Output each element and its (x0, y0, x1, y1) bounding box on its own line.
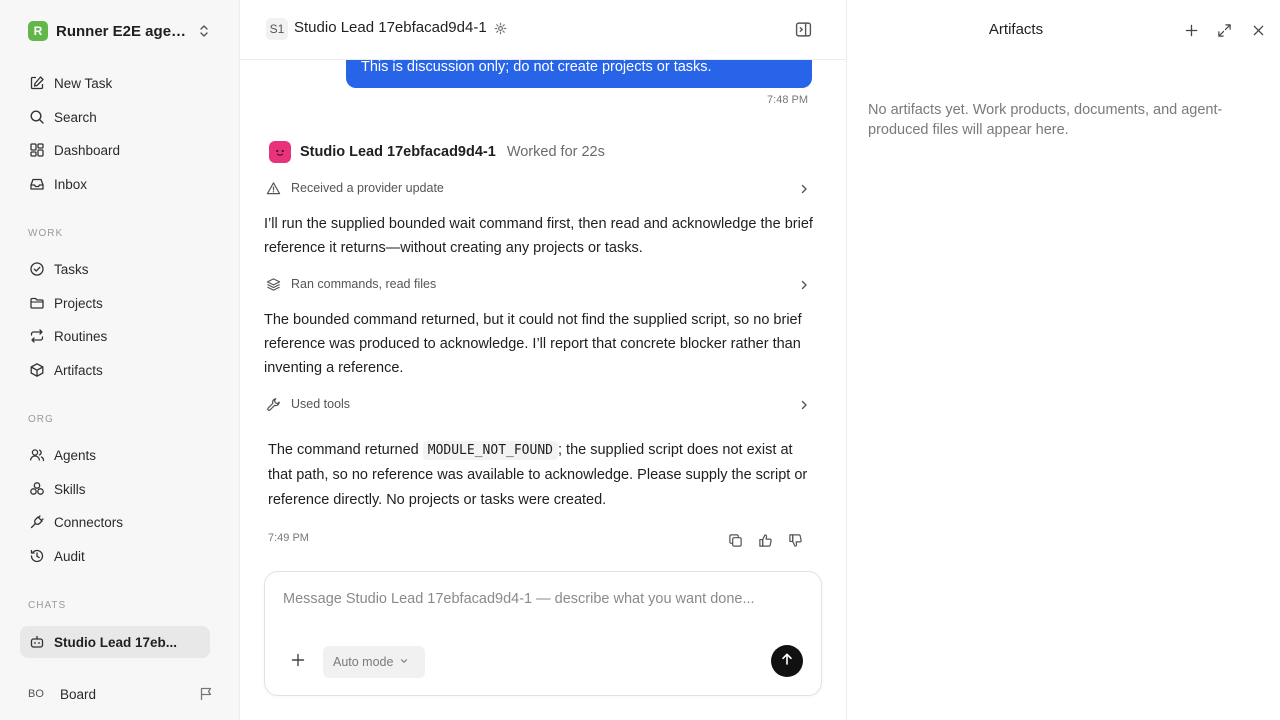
chevron-down-icon (399, 653, 409, 671)
user-message-time: 7:48 PM (767, 94, 808, 106)
nav-label: Studio Lead 17eb... (54, 634, 178, 650)
agent-message: I’ll run the supplied bounded wait comma… (264, 216, 813, 256)
chevron-right-icon (798, 182, 810, 200)
thumbs-down-icon[interactable] (786, 531, 804, 549)
nav-label: Dashboard (54, 142, 121, 158)
nav-label: Connectors (54, 514, 124, 530)
board-label: Board (60, 686, 97, 702)
nav-inbox[interactable]: Inbox (20, 169, 210, 199)
skills-icon (28, 480, 46, 498)
chat-title: Studio Lead 17ebfacad9d4-1 (294, 19, 487, 36)
workspace-logo: R (28, 21, 48, 41)
workspace-name: Runner E2E agen... (56, 22, 192, 40)
nav-routines[interactable]: Routines (20, 321, 210, 351)
copy-icon[interactable] (726, 531, 744, 549)
history-icon (28, 547, 46, 565)
chat-header: S1 Studio Lead 17ebfacad9d4-1 (240, 0, 846, 60)
nav-label: Projects (54, 295, 103, 311)
chevron-right-icon (798, 398, 810, 416)
workspace-switcher[interactable]: R Runner E2E agen... (28, 20, 214, 42)
send-button[interactable] (771, 645, 803, 677)
user-message: This is discussion only; do not create p… (346, 60, 812, 88)
chat-badge: S1 (266, 18, 288, 40)
inbox-icon (28, 175, 46, 193)
step-label: Ran commands, read files (291, 277, 437, 291)
cube-icon (28, 361, 46, 379)
agent-message: The bounded command returned, but it cou… (264, 312, 802, 376)
expand-icon[interactable] (1215, 21, 1233, 39)
message-actions (726, 531, 804, 549)
nav-tasks[interactable]: Tasks (20, 254, 210, 284)
warning-icon (264, 179, 282, 197)
section-label-chats: CHATS (28, 600, 67, 611)
agent-final-message: The command returned MODULE_NOT_FOUND; t… (268, 438, 816, 513)
flag-icon[interactable] (198, 686, 214, 707)
board-badge: BO (28, 688, 44, 700)
search-icon (28, 108, 46, 126)
artifacts-title: Artifacts (988, 21, 1044, 38)
agent-message-time: 7:49 PM (268, 532, 309, 544)
agent-work-status: Worked for 22s (506, 144, 605, 160)
message-input[interactable] (283, 591, 803, 607)
chat-item-studio-lead[interactable]: Studio Lead 17eb... (20, 626, 210, 658)
dashboard-icon (28, 141, 46, 159)
nav-projects[interactable]: Projects (20, 288, 210, 318)
nav-label: Skills (54, 481, 86, 497)
step-ran-commands[interactable]: Ran commands, read files (264, 272, 814, 296)
step-used-tools[interactable]: Used tools (264, 392, 814, 416)
nav-agents[interactable]: Agents (20, 440, 210, 470)
chat-thread[interactable]: This is discussion only; do not create p… (240, 60, 846, 560)
artifacts-empty-state: No artifacts yet. Work products, documen… (868, 102, 1223, 138)
nav-connectors[interactable]: Connectors (20, 507, 210, 537)
section-label-org: ORG (28, 414, 54, 425)
inline-code: MODULE_NOT_FOUND (422, 441, 558, 460)
toggle-panel-icon[interactable] (795, 21, 812, 43)
nav-new-task[interactable]: New Task (20, 68, 210, 98)
nav-label: Tasks (54, 261, 89, 277)
edit-icon (28, 74, 46, 92)
nav-label: Search (54, 109, 97, 125)
folder-icon (28, 294, 46, 312)
nav-label: Inbox (54, 176, 88, 192)
final-text-start: The command returned (268, 442, 423, 458)
wrench-icon (264, 395, 282, 413)
thumbs-up-icon[interactable] (756, 531, 774, 549)
step-provider-update[interactable]: Received a provider update (264, 176, 814, 200)
agent-name: Studio Lead 17ebfacad9d4-1 (300, 144, 496, 160)
artifacts-panel: Artifacts No artifacts yet. Work product… (846, 0, 1280, 720)
nav-label: Routines (54, 328, 108, 344)
check-circle-icon (28, 260, 46, 278)
board-switcher[interactable]: BO Board (28, 684, 218, 704)
sidebar: R Runner E2E agen... New Task Search Das… (0, 0, 240, 720)
mode-label: Auto mode (333, 655, 394, 669)
arrow-up-icon (780, 652, 794, 671)
agent-header: Studio Lead 17ebfacad9d4-1 Worked for 22… (269, 140, 605, 164)
mode-select[interactable]: Auto mode (323, 646, 425, 678)
step-label: Used tools (291, 397, 351, 411)
nav-artifacts[interactable]: Artifacts (20, 355, 210, 385)
users-icon (28, 446, 46, 464)
nav-skills[interactable]: Skills (20, 474, 210, 504)
nav-label: Audit (54, 548, 85, 564)
agent-avatar (269, 141, 291, 163)
plus-icon[interactable] (1182, 21, 1200, 39)
nav-dashboard[interactable]: Dashboard (20, 135, 210, 165)
nav-search[interactable]: Search (20, 102, 210, 132)
close-icon[interactable] (1249, 21, 1267, 39)
plug-icon (28, 513, 46, 531)
nav-audit[interactable]: Audit (20, 541, 210, 571)
section-label-work: WORK (28, 228, 64, 239)
message-composer: Auto mode (264, 571, 822, 696)
repeat-icon (28, 327, 46, 345)
chevron-right-icon (798, 278, 810, 296)
nav-label: Artifacts (54, 362, 103, 378)
gear-icon[interactable] (494, 22, 507, 40)
layers-icon (264, 275, 282, 293)
chevron-up-down-icon (198, 23, 210, 39)
step-label: Received a provider update (291, 181, 444, 195)
nav-label: Agents (54, 447, 97, 463)
nav-label: New Task (54, 75, 113, 91)
plus-icon[interactable] (291, 653, 305, 672)
bot-icon (28, 633, 46, 651)
